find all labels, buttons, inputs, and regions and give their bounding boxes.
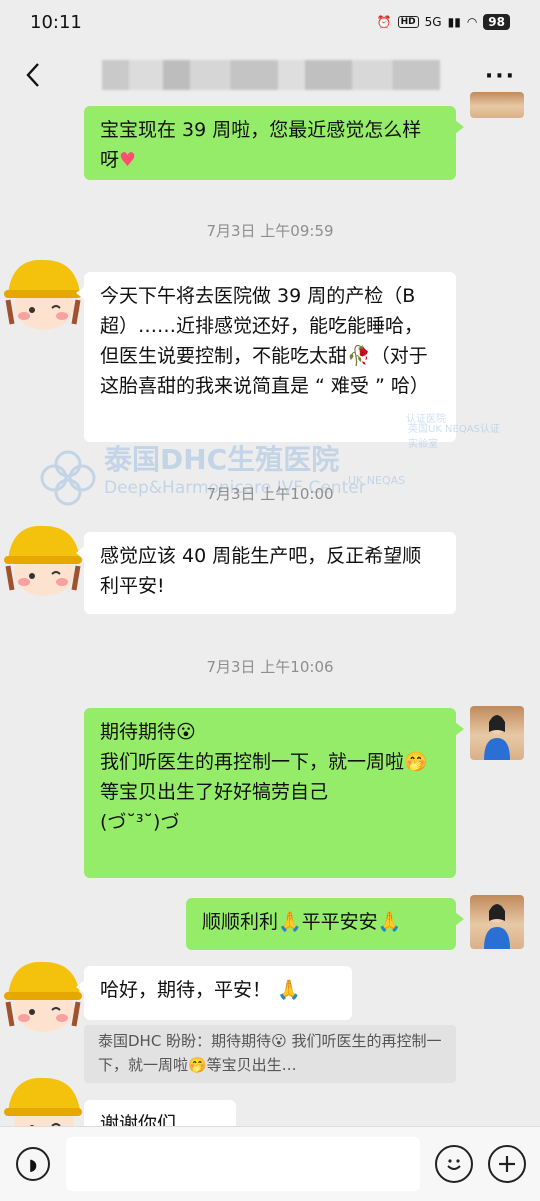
hd-icon: HD xyxy=(397,16,419,28)
message-text-continued: 等宝贝出生了好好犒劳自己 xyxy=(100,781,329,803)
voice-input-button[interactable]: ◗ xyxy=(16,1147,50,1181)
message-text: 顺顺利利🙏平平安安🙏 xyxy=(202,911,402,933)
heart-emoji-icon: ♥ xyxy=(119,149,137,171)
message-text: 哈好，期待，平安！ 🙏 xyxy=(100,979,301,1001)
alarm-icon: ⏰ xyxy=(376,15,392,29)
message-text: 期待期待 xyxy=(100,721,177,743)
quoted-text: 泰国DHC 盼盼：期待期待😮 我们听医生的再控制一下，就一周啦🤭等宝贝出生… xyxy=(98,1032,442,1074)
agent-avatar[interactable] xyxy=(470,92,524,118)
smiley-icon xyxy=(447,1159,461,1170)
more-actions-button[interactable] xyxy=(488,1145,526,1183)
agent-avatar[interactable] xyxy=(470,895,524,949)
input-bar: ◗ xyxy=(0,1126,540,1201)
message-text: 感觉应该 40 周能生产吧，反正希望顺利平安! xyxy=(100,545,422,597)
wifi-icon: ◠ xyxy=(466,15,478,29)
voice-icon: ◗ xyxy=(28,1154,38,1174)
hush-face-icon: 🤭 xyxy=(404,751,428,773)
quoted-message[interactable]: 泰国DHC 盼盼：期待期待😮 我们听医生的再控制一下，就一周啦🤭等宝贝出生… xyxy=(84,1025,456,1083)
more-options-button[interactable]: ··· xyxy=(485,64,516,89)
message-text: 宝宝现在 39 周啦，您最近感觉怎么样呀 xyxy=(100,119,422,171)
chevron-left-icon xyxy=(26,63,39,87)
message-bubble-outgoing[interactable]: 宝宝现在 39 周啦，您最近感觉怎么样呀♥ xyxy=(84,106,464,180)
chat-title-redacted xyxy=(102,60,440,90)
cell-signal-icon: ▮▮ xyxy=(447,15,461,29)
plus-icon xyxy=(499,1156,515,1172)
user-avatar[interactable] xyxy=(0,516,84,600)
wilted-rose-icon: 🥀 xyxy=(347,345,371,367)
user-avatar[interactable] xyxy=(0,952,84,1036)
agent-avatar[interactable] xyxy=(470,706,524,760)
status-bar: 10:11 ⏰ HD 5G ▮▮ ◠ 98 xyxy=(0,0,540,44)
message-bubble-incoming[interactable]: 今天下午将去医院做 39 周的产检（B 超）……近排感觉还好，能吃能睡哈，但医生… xyxy=(76,272,456,442)
message-input[interactable] xyxy=(66,1137,420,1191)
status-icons: ⏰ HD 5G ▮▮ ◠ 98 xyxy=(377,14,510,30)
timestamp: 7月3日 上午10:00 xyxy=(206,485,334,503)
agent-photo xyxy=(484,904,510,949)
message-bubble-outgoing[interactable]: 期待期待😮 我们听医生的再控制一下，就一周啦🤭 等宝贝出生了好好犒劳自己 (づ˘³… xyxy=(84,708,464,878)
status-time: 10:11 xyxy=(30,11,82,33)
emoji-button[interactable] xyxy=(435,1145,473,1183)
agent-photo xyxy=(484,715,510,760)
chat-header: ··· xyxy=(0,44,540,108)
user-avatar[interactable] xyxy=(0,250,84,334)
surprised-face-icon: 😮 xyxy=(176,721,196,743)
message-bubble-outgoing[interactable]: 顺顺利利🙏平平安安🙏 xyxy=(186,898,464,950)
timestamp: 7月3日 上午10:06 xyxy=(206,658,334,676)
message-bubble-incoming[interactable]: 感觉应该 40 周能生产吧，反正希望顺利平安! xyxy=(76,532,456,614)
back-button[interactable] xyxy=(18,60,48,90)
signal-5g-icon: 5G xyxy=(424,15,442,29)
timestamp: 7月3日 上午09:59 xyxy=(206,222,334,240)
watermark-title: 泰国DHC生殖医院 xyxy=(104,443,340,476)
battery-icon: 98 xyxy=(483,14,510,30)
message-text-continued: 我们听医生的再控制一下，就一周啦 xyxy=(100,751,405,773)
message-bubble-incoming[interactable]: 哈好，期待，平安！ 🙏 xyxy=(76,966,352,1020)
kaomoji-text: (づ˘³˘)づ xyxy=(100,811,180,833)
